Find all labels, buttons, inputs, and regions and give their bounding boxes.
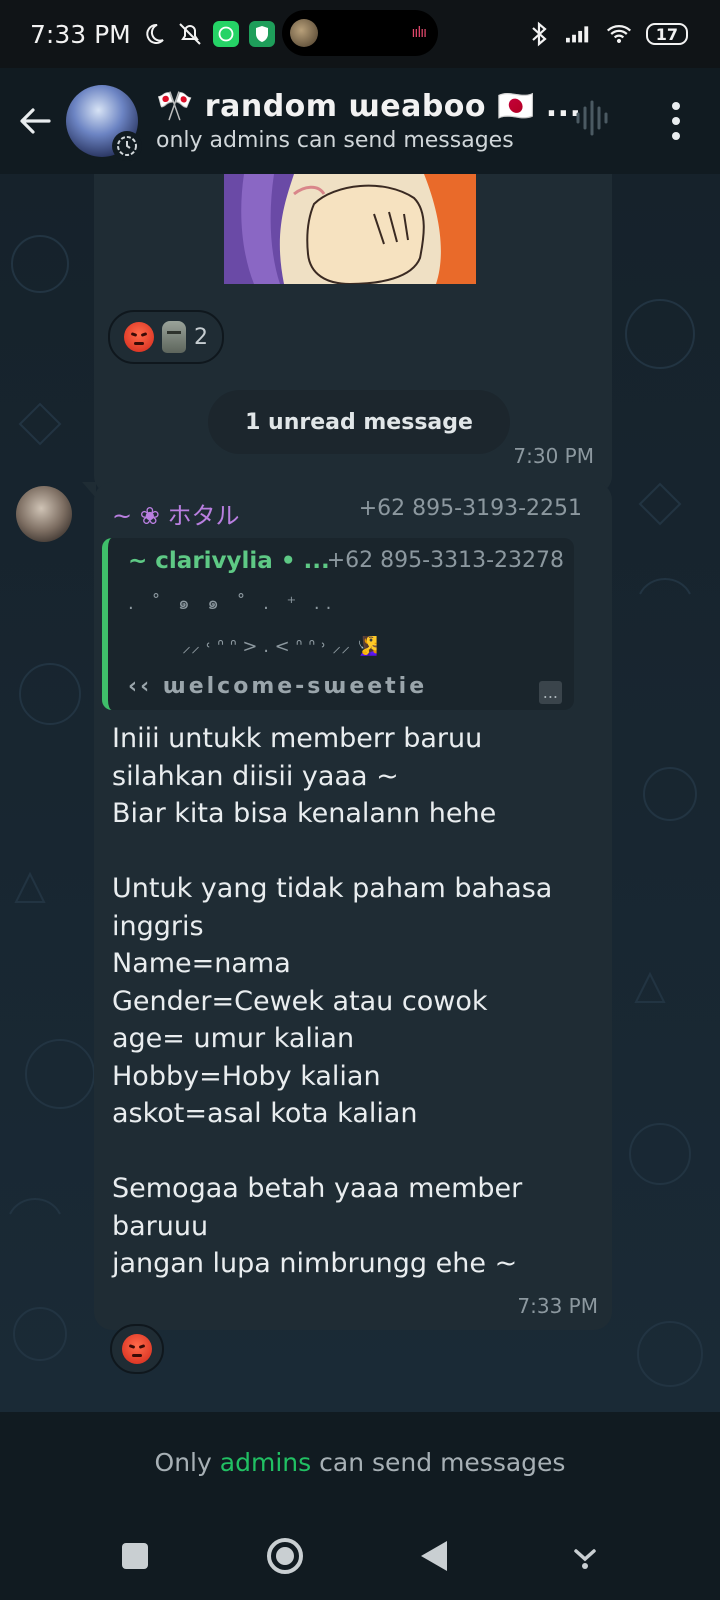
arrow-left-icon [20,108,51,134]
whatsapp-icon [212,21,239,47]
notice-prefix: Only [154,1447,212,1477]
admins-only-notice: Only admins can send messages [0,1412,720,1512]
group-avatar[interactable] [66,85,142,161]
message-time: 7:30 PM [513,444,594,468]
back-button[interactable] [4,90,66,152]
quoted-line: ⸝⸝ ˓ ᐢ ᐢ > . < ᐢ ᐢ ˒ ⸝⸝ 🧏‍♀️ [182,636,379,657]
group-name: 🎌 random ɯeaboo 🇯🇵 ... [156,89,582,124]
home-button[interactable] [255,1526,315,1586]
message-reactions[interactable]: 2 [108,310,224,364]
unread-divider: 1 unread message [208,390,510,454]
camera-island: ıılıı [282,10,438,56]
message-line: Untuk yang tidak paham bahasa [112,873,553,904]
menu-dot [672,132,680,140]
voice-chat-icon[interactable] [572,98,612,142]
status-bar: 7:33 PM ıılıı 17 [0,0,720,68]
angry-face-icon [122,1334,152,1364]
moon-icon [141,21,167,47]
message-line: askot=asal kota kalian [112,1098,418,1129]
message-line: silahkan diisii yaaa ~ [112,760,399,792]
message-line: inggris [112,910,204,942]
recents-button[interactable] [105,1526,165,1586]
message-line: Semogaa betah yaaa member [112,1173,523,1204]
triangle-left-icon [421,1541,447,1571]
quoted-line: . ˚ ๑ ๑ ˚ . ⁺ .. [128,593,338,614]
quoted-line: ‹‹ ɯelcome-sɯeetie [128,674,428,699]
back-nav-button[interactable] [405,1526,465,1586]
message-line: baruuu [112,1210,209,1242]
message-line: Iniii untukk memberr baruu [112,723,483,754]
notice-suffix: can send messages [319,1447,566,1477]
bluetooth-icon [526,21,552,47]
chat-area[interactable]: 7:30 PM 2 1 unread message ~ ❀ ホタル +62 8… [0,174,720,1412]
battery-icon: 17 [645,23,688,45]
message-line: age= umur kalian [112,1023,355,1054]
mute-icon [177,21,203,47]
quoted-sender-phone: +62 895-3313-23278 [326,548,564,573]
angry-face-icon [124,322,154,352]
message-body: Iniii untukk memberr baruu silahkan diis… [112,720,592,1283]
vpn-shield-icon [248,21,275,47]
quoted-more-indicator: ... [538,681,562,704]
group-subtitle: only admins can send messages [156,128,514,153]
quoted-sender-name: ~ clarivylia • ... [128,548,330,574]
menu-dot [672,117,680,125]
message-line: Name=nama [112,948,291,979]
status-left: 7:33 PM [30,20,275,49]
square-icon [122,1543,148,1569]
sender-name[interactable]: ~ ❀ ホタル [112,496,239,531]
chat-header: 🎌 random ɯeaboo 🇯🇵 ... only admins can s… [0,68,720,174]
wifi-icon [606,21,632,47]
admins-link[interactable]: admins [220,1448,311,1477]
status-time: 7:33 PM [30,19,131,49]
signal-icon [565,21,592,47]
shared-image[interactable] [224,174,476,284]
chevron-down-icon [574,1549,596,1569]
hide-nav-button[interactable] [555,1526,615,1586]
message-line: jangan lupa nimbrungg ehe ~ [112,1248,518,1279]
header-text[interactable]: 🎌 random ɯeaboo 🇯🇵 ... only admins can s… [156,89,720,153]
message-reactions[interactable] [110,1324,164,1374]
text-message-bubble[interactable]: ~ ❀ ホタル +62 895-3193-2251 ~ clarivylia •… [82,482,612,1330]
disappearing-messages-icon [112,131,142,161]
message-line: Biar kita bisa kenalann hehe [112,798,497,829]
menu-dot [672,102,680,110]
system-nav-bar [0,1512,720,1600]
home-circle-icon [267,1538,303,1574]
sender-avatar[interactable] [16,486,72,542]
message-line: Gender=Cewek atau cowok [112,985,488,1017]
overflow-menu-button[interactable] [656,96,696,146]
quoted-message[interactable]: ~ clarivylia • ... +62 895-3313-23278 . … [102,538,574,710]
message-line: Hobby=Hoby kalian [112,1060,381,1092]
status-right: 17 [526,21,688,47]
moai-icon [162,321,186,353]
media-thumbnail [290,19,318,47]
audio-wave-icon: ıılıı [411,25,427,41]
message-time: 7:33 PM [517,1294,598,1318]
sender-phone[interactable]: +62 895-3193-2251 [359,496,582,521]
reaction-count: 2 [194,324,208,350]
